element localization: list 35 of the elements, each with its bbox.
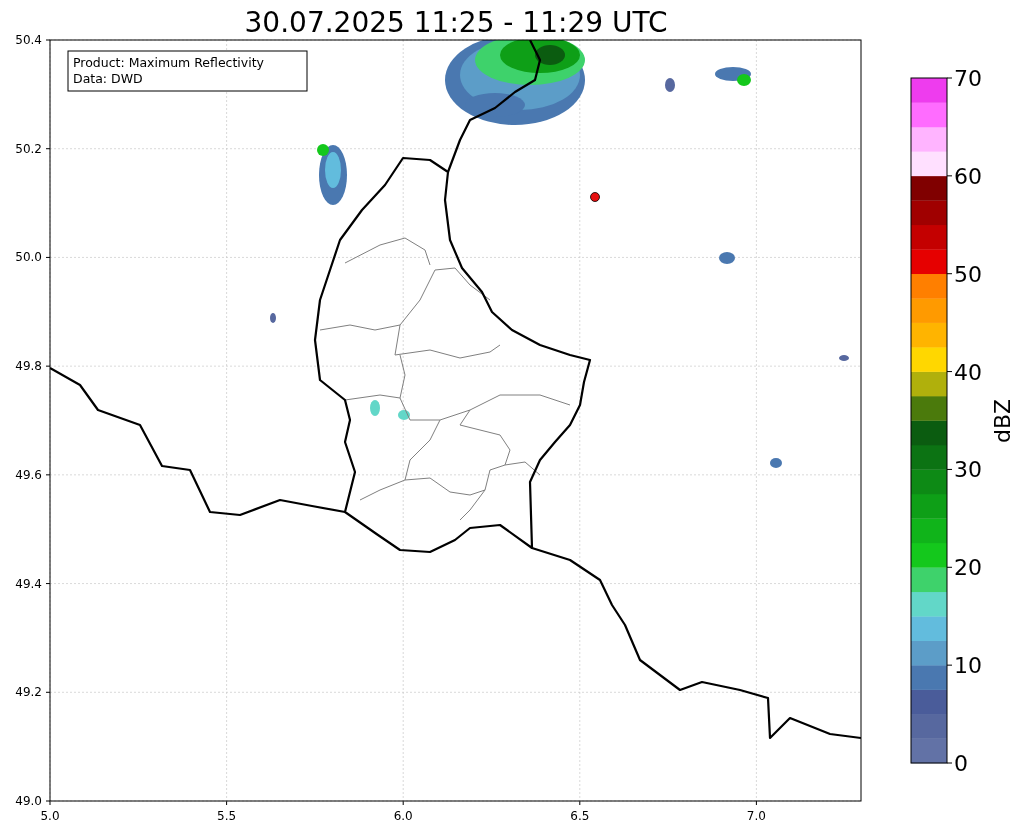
- axis-tick-label: 7.0: [746, 809, 766, 823]
- radar-echo: [715, 67, 751, 86]
- axis-tick-label: 5.0: [40, 809, 60, 823]
- radar-echo: [719, 252, 735, 264]
- colorbar-tick-label: 10: [954, 653, 982, 679]
- radar-echo: [370, 400, 380, 416]
- radar-echo: [270, 313, 276, 323]
- colorbar-tick-label: 70: [954, 66, 982, 91]
- axis-tick-label: 6.5: [570, 809, 590, 823]
- axis-tick-label: 49.6: [15, 467, 42, 482]
- axis-tick-label: 5.5: [217, 809, 237, 823]
- axis-tick-label: 49.2: [15, 685, 42, 700]
- colorbar-tick-label: 40: [954, 359, 982, 385]
- colorbar-tick-label: 0: [954, 751, 968, 776]
- colorbar-tick-label: 60: [954, 163, 982, 189]
- axis-tick-label: 6.0: [393, 809, 413, 823]
- radar-echo: [398, 410, 410, 420]
- radar-echo: [317, 144, 347, 205]
- axis-tick-label: 50.0: [15, 250, 42, 265]
- colorbar-tick-label: 30: [954, 457, 982, 483]
- radar-echo: [839, 355, 849, 361]
- axis-tick-label: 50.2: [15, 141, 42, 156]
- axis-tick-label: 49.4: [15, 576, 42, 591]
- chart-title: 30.07.2025 11:25 - 11:29 UTC: [244, 6, 668, 39]
- colorbar-label: dBZ: [990, 398, 1015, 444]
- colorbar-tick-label: 50: [954, 261, 982, 287]
- location-marker: [590, 192, 600, 202]
- colorbar-tick-label: 20: [954, 555, 982, 581]
- axis-tick-label: 49.0: [15, 794, 42, 808]
- radar-echo: [770, 458, 782, 468]
- legend-text: Product: Maximum Reflectivity: [73, 55, 264, 70]
- axis-tick-label: 50.4: [15, 33, 42, 47]
- axis-tick-label: 49.8: [15, 359, 42, 374]
- legend-text: Data: DWD: [73, 71, 143, 86]
- radar-echo: [665, 78, 675, 92]
